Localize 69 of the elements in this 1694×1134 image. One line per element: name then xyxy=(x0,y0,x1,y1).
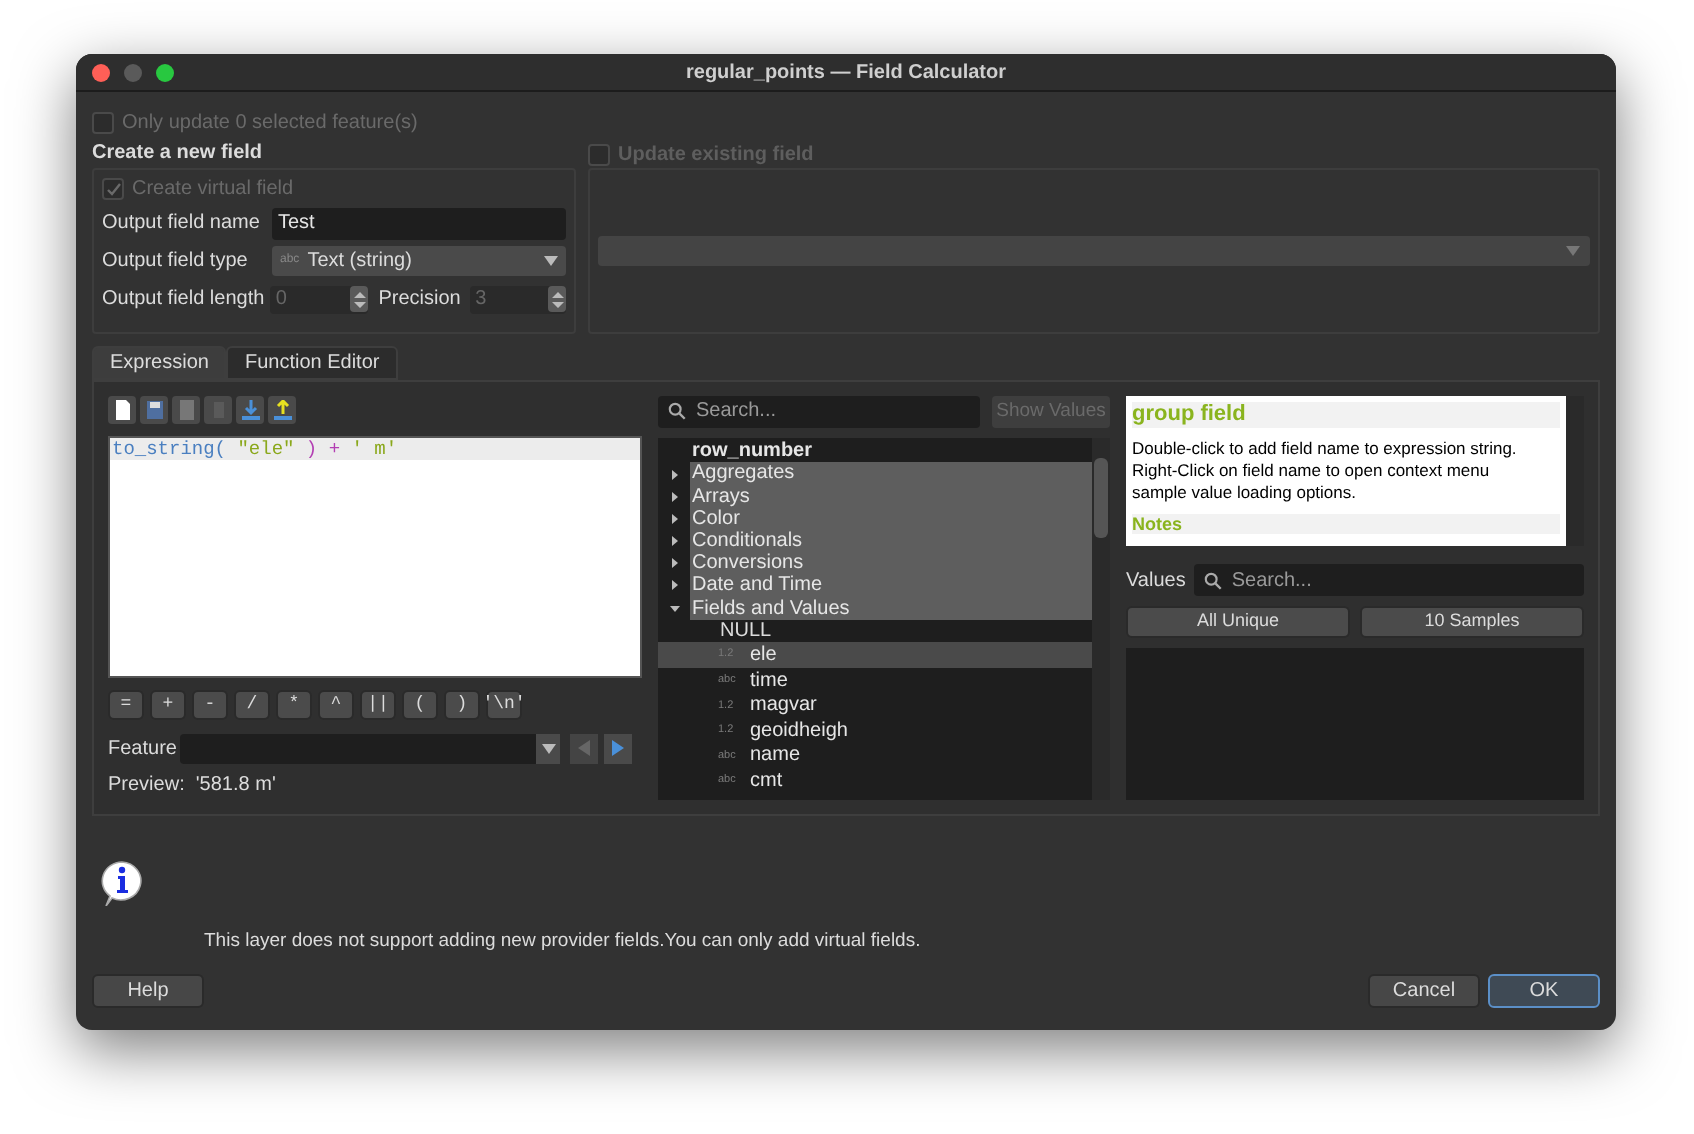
window-title: regular_points — Field Calculator xyxy=(685,59,1007,87)
operator-button[interactable]: - xyxy=(192,690,228,721)
caret-icon xyxy=(541,743,555,754)
scrollbar[interactable] xyxy=(1092,437,1110,800)
operator-button[interactable]: ( xyxy=(402,690,438,721)
operator-button[interactable]: + xyxy=(150,690,186,721)
dialog-button[interactable]: Cancel xyxy=(1368,974,1480,1009)
notes-heading: Notes xyxy=(1132,514,1560,534)
field-name: name xyxy=(750,742,801,771)
field-label: Output field type xyxy=(102,248,250,276)
spin-arrows-icon[interactable] xyxy=(548,286,567,312)
save-icon[interactable] xyxy=(140,396,168,424)
field-name: cmt xyxy=(750,768,783,796)
operator-button[interactable]: || xyxy=(360,690,396,721)
operator-button[interactable]: / xyxy=(234,690,270,721)
operator-button[interactable]: ^ xyxy=(318,690,354,721)
tab[interactable]: Function Editor xyxy=(226,346,398,380)
previous-button[interactable] xyxy=(570,733,598,764)
tab[interactable]: Expression xyxy=(92,346,227,380)
caret-icon xyxy=(544,256,558,266)
checkbox-label: Create virtual field xyxy=(132,176,294,204)
spin-arrows-icon[interactable] xyxy=(350,286,369,312)
tree-item[interactable]: NULL xyxy=(658,619,1092,643)
field-label: Values xyxy=(1126,567,1186,595)
field-name: ele xyxy=(750,642,777,671)
scrollbar[interactable] xyxy=(1566,396,1584,546)
feature-dropdown[interactable] xyxy=(180,733,560,764)
caret-icon xyxy=(1566,246,1580,256)
help-title: group field xyxy=(1132,402,1560,428)
field-label: Output field name xyxy=(102,210,262,238)
tree-item[interactable]: row_number xyxy=(658,439,1092,463)
help-text: Double-click to add field name to expression string. Right-Click on field name to open context menu sample value loading options. xyxy=(1132,438,1519,504)
field-dropdown[interactable] xyxy=(598,236,1590,266)
field-label: Output field length xyxy=(102,286,267,314)
close-icon[interactable] xyxy=(92,63,110,81)
zoom-icon[interactable] xyxy=(156,63,174,81)
checkbox-label: Only update 0 selected feature(s) xyxy=(122,109,418,137)
field-label: Feature xyxy=(108,735,179,764)
operator-button[interactable]: ) xyxy=(444,690,480,721)
search-icon xyxy=(668,402,686,421)
next-icon xyxy=(612,740,624,757)
field-name: time xyxy=(750,667,788,696)
search-field[interactable]: Search... xyxy=(658,396,980,428)
expression-editor[interactable]: to_string( "ele" ) + ' m' xyxy=(108,436,642,679)
minimize-icon[interactable] xyxy=(124,63,142,81)
field-name: geoidheigh xyxy=(750,717,848,746)
search-field[interactable]: Search... xyxy=(1193,564,1584,596)
help-button[interactable]: Help xyxy=(92,974,204,1009)
search-icon xyxy=(1203,571,1222,589)
new-file-icon[interactable] xyxy=(108,396,136,424)
import-icon[interactable] xyxy=(236,396,264,424)
check-icon xyxy=(105,181,121,197)
operator-button[interactable]: = xyxy=(108,690,144,721)
expanded-icon xyxy=(669,603,679,614)
preview-text: Preview: '581.8 m' xyxy=(108,772,278,800)
field-label: Precision xyxy=(378,286,463,314)
info-message: This layer does not support adding new provider fields.You can only add virtual fields. xyxy=(204,928,923,956)
info-icon xyxy=(100,860,144,906)
dialog-button[interactable]: OK xyxy=(1488,974,1600,1009)
next-button[interactable] xyxy=(604,733,632,764)
name-field[interactable]: Test xyxy=(272,207,566,239)
previous-icon xyxy=(578,740,590,757)
values-button[interactable]: 10 Samples xyxy=(1360,606,1584,638)
operator-button[interactable]: * xyxy=(276,690,312,721)
values-button[interactable]: All Unique xyxy=(1126,606,1350,638)
export-icon[interactable] xyxy=(268,396,296,424)
group-title: Create a new field xyxy=(92,140,265,168)
operator-button[interactable]: '\n' xyxy=(486,690,522,721)
field-name: magvar xyxy=(750,692,817,721)
